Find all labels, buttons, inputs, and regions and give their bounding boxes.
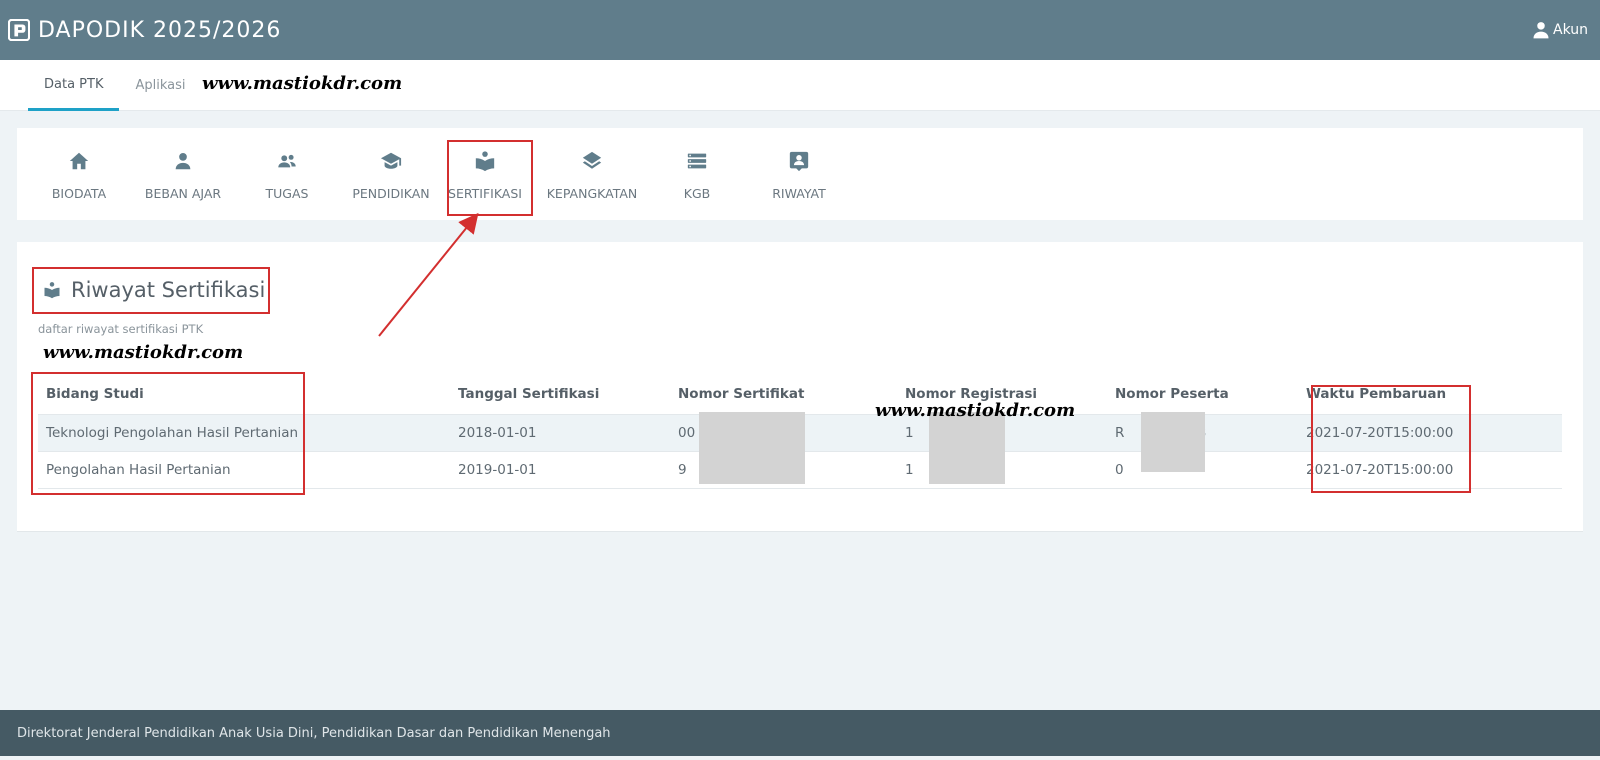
annotation-box-waktu-pembaruan [1311, 385, 1471, 493]
redaction-block [929, 412, 1005, 484]
app-title: DAPODIK 2025/2026 [38, 17, 282, 43]
top-navbar: DAPODIK 2025/2026 Akun [0, 0, 1600, 60]
tab-data-ptk[interactable]: Data PTK [28, 60, 120, 111]
footer: Direktorat Jenderal Pendidikan Anak Usia… [0, 710, 1600, 756]
section-subtitle: daftar riwayat sertifikasi PTK [38, 322, 204, 336]
watermark-text: www.mastiokdr.com [202, 73, 403, 94]
redaction-block [699, 412, 805, 484]
annotation-box-title [32, 267, 270, 314]
annotation-box-sertifikasi [447, 140, 533, 216]
column-header[interactable]: Nomor Sertifikat [670, 374, 897, 414]
nav-label: KEPANGKATAN [546, 186, 638, 201]
footer-text: Direktorat Jenderal Pendidikan Anak Usia… [17, 725, 611, 741]
graduation-cap-icon [380, 152, 402, 169]
cell-tanggal: 2018-01-01 [450, 413, 670, 451]
nav-item-biodata[interactable]: BIODATA [27, 128, 131, 220]
user-icon [1533, 22, 1549, 39]
column-header[interactable]: Tanggal Sertifikasi [450, 374, 670, 414]
redaction-block [1141, 412, 1205, 472]
list-icon [687, 153, 707, 169]
nav-label: PENDIDIKAN [352, 186, 430, 201]
nav-label: RIWAYAT [772, 186, 826, 201]
annotation-box-bidang-studi [31, 372, 305, 495]
nav-item-kepangkatan[interactable]: KEPANGKATAN [527, 128, 657, 220]
people-icon [278, 154, 296, 168]
person-icon [175, 153, 191, 170]
account-label: Akun [1553, 22, 1588, 38]
ptk-section-nav: BIODATA BEBAN AJAR TUGAS PENDIDIKAN SERT… [17, 128, 1583, 220]
cell-tanggal: 2019-01-01 [450, 450, 670, 489]
watermark-text: www.mastiokdr.com [43, 342, 244, 363]
tab-bar: Data PTK Aplikasi www.mastiokdr.com [0, 60, 1600, 111]
nav-item-riwayat[interactable]: RIWAYAT [737, 128, 861, 220]
nav-label: BIODATA [51, 186, 107, 201]
account-button[interactable]: Akun [1531, 20, 1588, 40]
column-header[interactable]: Nomor Peserta [1107, 374, 1294, 414]
brand[interactable]: DAPODIK 2025/2026 [8, 18, 281, 43]
nav-item-tugas[interactable]: TUGAS [235, 128, 339, 220]
home-icon [69, 152, 89, 170]
watermark-text: www.mastiokdr.com [875, 400, 1076, 421]
nav-label: KGB [683, 186, 711, 201]
nav-item-beban-ajar[interactable]: BEBAN AJAR [131, 128, 235, 220]
tab-aplikasi[interactable]: Aplikasi [119, 60, 201, 111]
dapodik-logo-icon [8, 19, 30, 41]
nav-label: BEBAN AJAR [144, 186, 222, 201]
nav-item-kgb[interactable]: KGB [657, 128, 737, 220]
certification-card: Riwayat Sertifikasi daftar riwayat serti… [17, 242, 1583, 532]
nav-label: TUGAS [265, 186, 309, 201]
contact-card-icon [789, 151, 809, 172]
nav-item-pendidikan[interactable]: PENDIDIKAN [339, 128, 443, 220]
layers-icon [582, 151, 602, 169]
